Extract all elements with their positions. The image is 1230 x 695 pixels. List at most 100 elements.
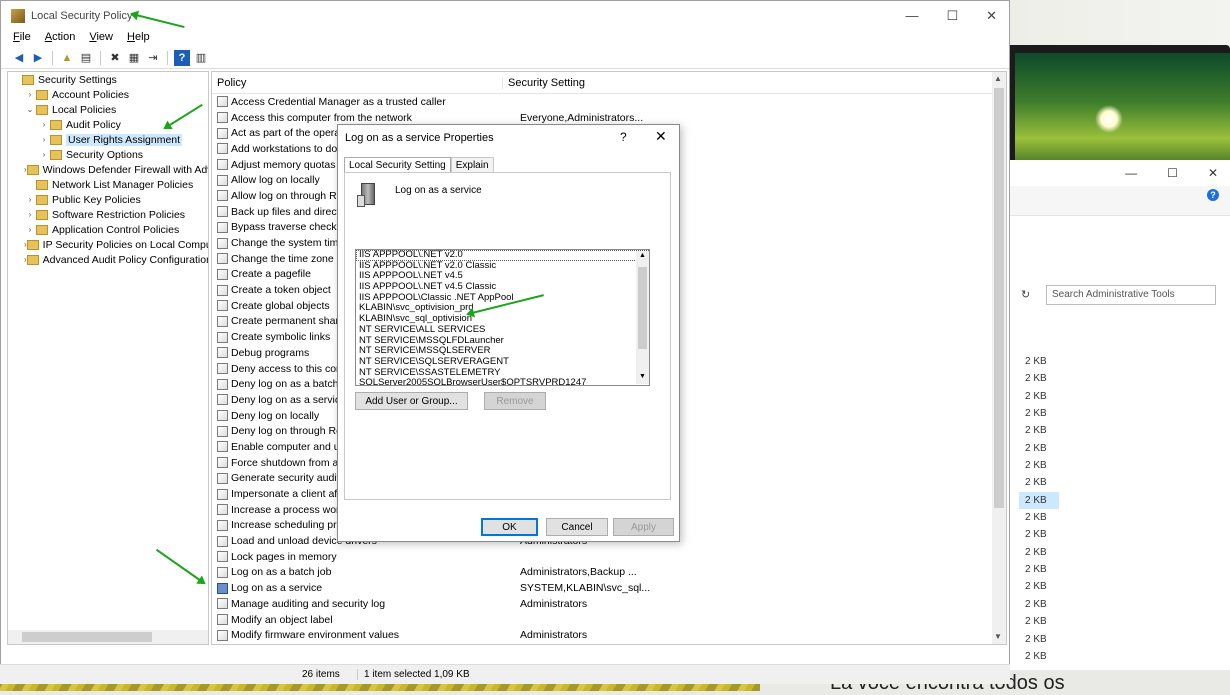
menu-view[interactable]: View [89, 31, 113, 47]
tree-node-label: Software Restriction Policies [52, 208, 186, 221]
tree-node[interactable]: › Software Restriction Policies [8, 207, 208, 222]
accounts-listbox[interactable]: IIS APPPOOL\.NET v2.0 IIS APPPOOL\.NET v2… [355, 249, 650, 386]
search-input[interactable]: Search Administrative Tools [1046, 285, 1216, 305]
minimize-icon[interactable]: — [1125, 166, 1137, 180]
menu-help[interactable]: Help [127, 31, 150, 47]
show-tree-icon[interactable]: ▤ [78, 50, 94, 66]
column-header-policy[interactable]: Policy [212, 77, 502, 89]
file-size: 2 KB [1025, 633, 1047, 645]
policy-row[interactable]: Modify firmware environment values Admini… [212, 627, 1006, 643]
scroll-up-icon[interactable]: ▲ [639, 252, 646, 259]
tree-node[interactable]: Security Settings [8, 72, 208, 87]
menu-bar: File Action View Help [1, 31, 1009, 47]
tab-local-security-setting[interactable]: Local Security Setting [344, 157, 451, 173]
folder-icon [36, 104, 48, 115]
maximize-icon[interactable]: ☐ [1167, 166, 1178, 180]
export-list-icon[interactable]: ⇥ [145, 50, 161, 66]
scroll-down-icon[interactable]: ▼ [639, 373, 646, 380]
tree-node-label: Application Control Policies [52, 223, 180, 236]
policy-row[interactable]: Lock pages in memory [212, 549, 1006, 565]
cancel-button[interactable]: Cancel [546, 518, 608, 536]
minimize-button[interactable]: — [905, 8, 918, 24]
remove-button[interactable]: Remove [484, 392, 546, 410]
scroll-down-icon[interactable]: ▼ [994, 632, 1002, 641]
policy-icon [217, 284, 228, 296]
action-pane-icon[interactable]: ▥ [193, 50, 209, 66]
close-button[interactable]: ✕ [986, 8, 997, 24]
expand-chevron-icon[interactable]: › [24, 195, 36, 204]
up-folder-icon[interactable]: ▲ [59, 50, 75, 66]
tree-node[interactable]: › Security Options [8, 147, 208, 162]
dialog-help-button[interactable]: ? [620, 130, 627, 144]
policy-name-label: Log on as a service [395, 185, 482, 196]
menu-file[interactable]: File [13, 31, 31, 47]
properties-icon[interactable]: ▦ [126, 50, 142, 66]
column-header-setting[interactable]: Security Setting [502, 76, 802, 89]
policy-row[interactable]: Access Credential Manager as a trusted c… [212, 94, 1006, 110]
folder-icon [26, 164, 39, 175]
accounts-scrollbar[interactable]: ▲ ▼ [636, 251, 649, 384]
expand-chevron-icon[interactable]: › [24, 210, 36, 219]
tree-node[interactable]: › Advanced Audit Policy Configuration [8, 252, 208, 267]
scroll-up-icon[interactable]: ▲ [994, 74, 1002, 83]
back-icon[interactable]: ◀ [11, 50, 27, 66]
folder-icon [36, 224, 48, 235]
folder-icon [36, 179, 48, 190]
policy-icon [217, 504, 228, 516]
expand-chevron-icon[interactable]: › [38, 120, 50, 129]
account-item[interactable]: NT SERVICE\SQLSERVERAGENT [356, 356, 649, 368]
tree-node[interactable]: › Application Control Policies [8, 222, 208, 237]
policy-icon [217, 127, 228, 139]
toolbar: ◀ ▶ ▲ ▤ ✖ ▦ ⇥ ? ▥ [1, 47, 1009, 69]
dialog-close-button[interactable]: ✕ [655, 128, 667, 145]
folder-icon [26, 254, 39, 265]
close-icon[interactable]: ✕ [1208, 166, 1218, 180]
tree-node[interactable]: › Windows Defender Firewall with Adva [8, 162, 208, 177]
tab-explain[interactable]: Explain [450, 157, 494, 173]
policy-icon [217, 190, 228, 202]
policy-row[interactable]: Log on as a batch job Administrators,Back… [212, 565, 1006, 581]
tab-panel: Log on as a service IIS APPPOOL\.NET v2.… [344, 172, 671, 500]
expand-chevron-icon[interactable]: › [24, 90, 36, 99]
tree-node-label: IP Security Policies on Local Compute [42, 238, 209, 251]
add-user-or-group-button[interactable]: Add User or Group... [355, 392, 468, 410]
expand-chevron-icon[interactable]: › [38, 135, 50, 144]
menu-action[interactable]: Action [45, 31, 76, 47]
tree-node[interactable]: › Public Key Policies [8, 192, 208, 207]
refresh-icon[interactable]: ↻ [1021, 288, 1030, 301]
horizontal-scrollbar[interactable] [8, 630, 208, 644]
policy-icon [217, 582, 228, 594]
maximize-button[interactable]: ☐ [946, 8, 958, 24]
expand-chevron-icon[interactable]: › [24, 225, 36, 234]
forward-icon[interactable]: ▶ [30, 50, 46, 66]
explorer-window: — ☐ ✕ ? ↻ Search Administrative Tools 2 … [1008, 160, 1230, 670]
tree-node[interactable]: ⌄ Local Policies [8, 102, 208, 117]
tree-node[interactable]: Network List Manager Policies [8, 177, 208, 192]
policy-icon [217, 174, 228, 186]
policy-icon [217, 629, 228, 641]
apply-button[interactable]: Apply [613, 518, 674, 536]
policy-row[interactable]: Modify an object label [212, 612, 1006, 628]
policy-icon [217, 535, 228, 547]
account-item[interactable]: SQLServer2005SQLBrowserUser$OPTSRVPRD124… [356, 378, 649, 385]
delete-icon[interactable]: ✖ [107, 50, 123, 66]
expand-chevron-icon[interactable]: ⌄ [24, 105, 36, 114]
ok-button[interactable]: OK [481, 518, 538, 536]
vertical-scrollbar[interactable]: ▲ ▼ [992, 72, 1006, 644]
expand-chevron-icon[interactable]: › [38, 150, 50, 159]
tree-node[interactable]: › User Rights Assignment [8, 132, 208, 147]
help-icon[interactable]: ? [174, 49, 190, 66]
policy-icon [217, 394, 228, 406]
help-icon[interactable]: ? [1207, 189, 1219, 201]
folder-icon [36, 209, 48, 220]
file-size: 2 KB [1025, 512, 1047, 524]
account-item[interactable]: NT SERVICE\ALL SERVICES [356, 324, 649, 336]
policy-row[interactable]: Manage auditing and security log Administ… [212, 596, 1006, 612]
tree-node[interactable]: › IP Security Policies on Local Compute [8, 237, 208, 252]
policy-icon [217, 378, 228, 390]
tree-node[interactable]: › Account Policies [8, 87, 208, 102]
policy-icon [217, 315, 228, 327]
policy-row[interactable]: Log on as a service SYSTEM,KLABIN\svc_sql… [212, 580, 1006, 596]
policy-icon [217, 206, 228, 218]
policy-setting: Everyone,Administrators... [520, 111, 644, 124]
